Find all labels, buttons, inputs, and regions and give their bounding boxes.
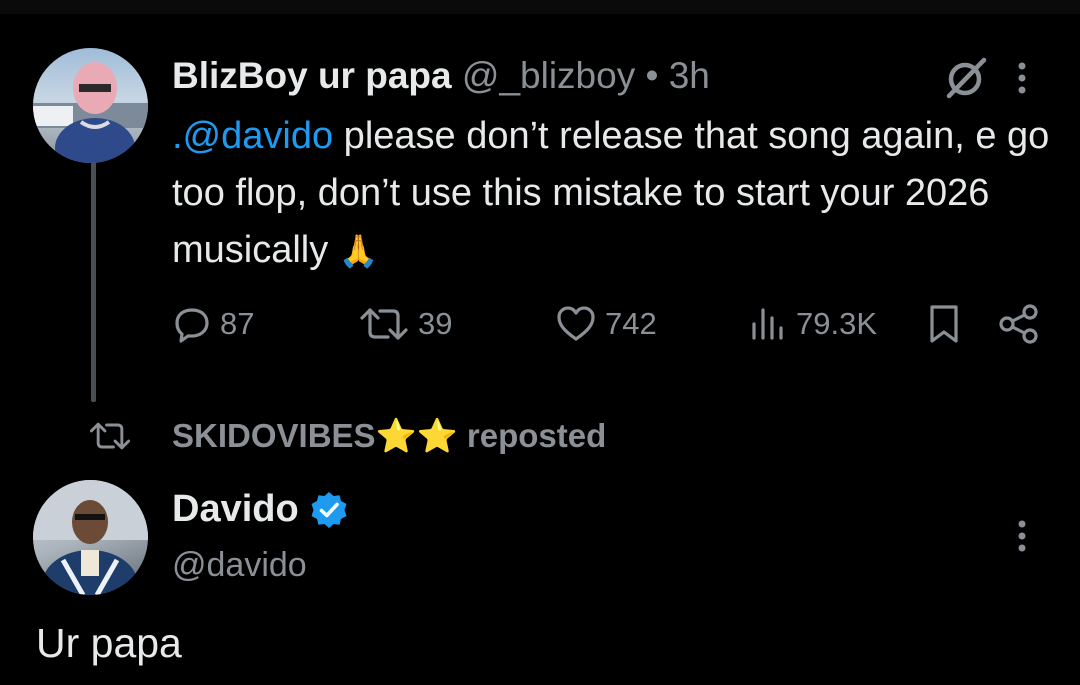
separator-dot: • [645, 55, 659, 96]
reposter-name[interactable]: SKIDOVIBES [172, 417, 376, 455]
tweet-text: .@davido please don’t release that song … [172, 108, 1052, 280]
reposted-label: reposted [466, 417, 607, 454]
verified-icon [311, 491, 347, 528]
avatar-image [33, 480, 148, 595]
like-icon [557, 306, 595, 341]
pray-emoji: 🙏 [338, 232, 379, 270]
display-name[interactable]: Davido [172, 488, 299, 531]
more-icon[interactable] [1008, 516, 1036, 556]
reply-button[interactable]: 87 [172, 302, 254, 346]
star-emoji: ⭐⭐ [375, 416, 458, 455]
repost-button[interactable]: 39 [358, 302, 452, 346]
display-name[interactable]: BlizBoy ur papa [172, 55, 452, 96]
avatar[interactable] [33, 480, 148, 595]
more-icon[interactable] [1008, 58, 1036, 98]
bookmark-icon[interactable] [922, 302, 966, 346]
views-icon [752, 308, 783, 340]
repost-icon [360, 308, 408, 340]
grok-icon[interactable] [940, 54, 990, 104]
divider [0, 0, 1080, 14]
repost-count: 39 [418, 306, 453, 341]
like-count: 742 [605, 306, 657, 341]
share-icon[interactable] [996, 302, 1042, 346]
timestamp[interactable]: 3h [669, 55, 710, 96]
user-handle[interactable]: @_blizboy [462, 55, 635, 96]
tweet-header: Davido [172, 488, 349, 531]
mention-link[interactable]: .@davido [172, 115, 333, 157]
thread-connector [91, 162, 96, 402]
repost-icon [89, 422, 131, 450]
repost-banner[interactable]: SKIDOVIBES ⭐⭐ reposted [88, 414, 606, 458]
views-count: 79.3K [796, 306, 878, 341]
like-button[interactable]: 742 [555, 302, 657, 346]
views-button[interactable]: 79.3K [748, 302, 877, 346]
avatar[interactable] [33, 48, 148, 163]
user-handle[interactable]: @davido [172, 546, 307, 585]
reply-icon [175, 308, 209, 343]
reply-count: 87 [220, 306, 255, 341]
tweet-header: BlizBoy ur papa @_blizboy • 3h [172, 54, 710, 98]
tweet-text: Ur papa [36, 620, 182, 666]
avatar-image [33, 62, 148, 163]
